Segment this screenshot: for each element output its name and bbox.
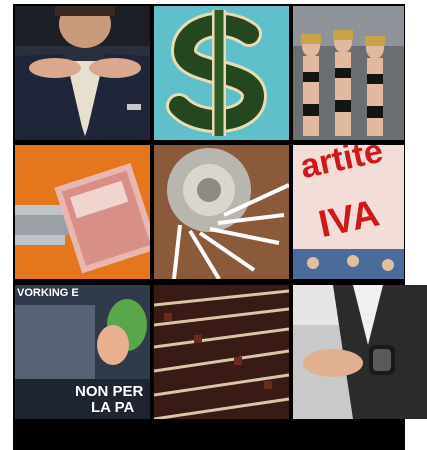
parliament-image xyxy=(154,285,289,419)
radiator-money-image xyxy=(15,145,150,279)
tile-partite-iva[interactable]: artite IVA xyxy=(293,145,404,279)
tile-parliament[interactable] xyxy=(154,285,289,419)
partite-iva-image xyxy=(293,145,404,279)
tile-spiral-staircase[interactable] xyxy=(154,145,289,279)
tile-wristwatch[interactable] xyxy=(293,285,427,419)
man-suit-image xyxy=(15,6,150,140)
tile-models-runway[interactable] xyxy=(293,6,404,140)
tile-dollar-island[interactable] xyxy=(154,6,289,140)
bottom-bar xyxy=(13,420,405,450)
tile-man-suit[interactable] xyxy=(15,6,150,140)
spiral-staircase-image xyxy=(154,145,289,279)
tile-radiator-money[interactable] xyxy=(15,145,150,279)
tile-working-poster[interactable]: VORKING E NON PER LA PA xyxy=(15,285,150,419)
models-runway-image xyxy=(293,6,404,140)
dollar-island-image xyxy=(154,6,289,140)
working-poster-image xyxy=(15,285,150,419)
wristwatch-image xyxy=(293,285,427,419)
